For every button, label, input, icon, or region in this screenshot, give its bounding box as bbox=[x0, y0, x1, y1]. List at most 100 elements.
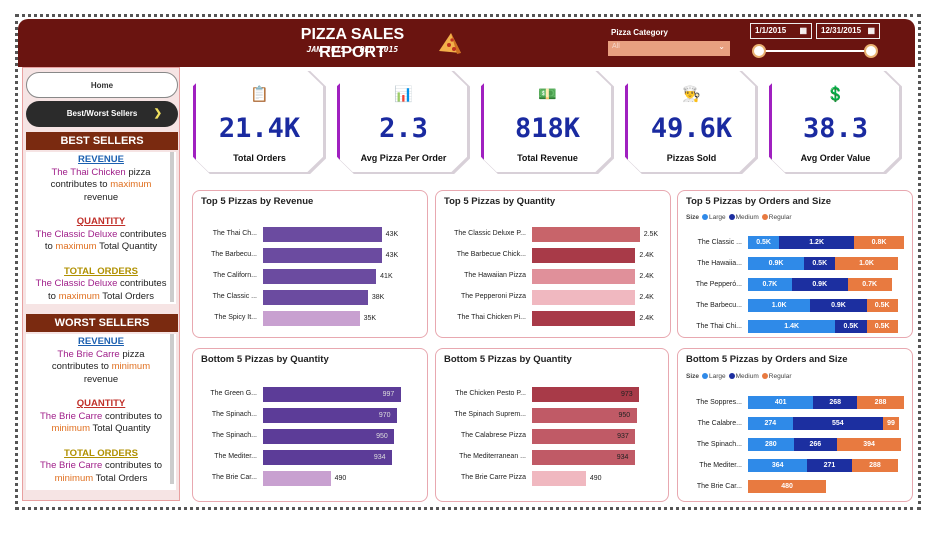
worst-quantity-keyword: minimum bbox=[51, 423, 90, 434]
bar-segment[interactable]: 288 bbox=[857, 396, 904, 409]
bar[interactable] bbox=[263, 227, 382, 242]
chart-title: Top 5 Pizzas by Orders and Size bbox=[686, 196, 832, 207]
best-orders-text: to bbox=[48, 290, 56, 302]
bar-segment[interactable]: 554 bbox=[792, 417, 883, 430]
chart-card: Top 5 Pizzas by Revenue The Thai Ch... 43K… bbox=[192, 190, 428, 338]
best-worst-sellers-button[interactable]: Best/Worst Sellers ❯ bbox=[26, 101, 178, 127]
worst-orders-keyword: minimum bbox=[54, 472, 94, 484]
best-quantity-text: Total Quantity bbox=[99, 241, 158, 252]
bar-segment[interactable]: 0.5K bbox=[804, 257, 836, 270]
bar[interactable] bbox=[263, 471, 331, 486]
bar-segment[interactable]: 401 bbox=[748, 396, 814, 409]
bar-segment[interactable]: 288 bbox=[851, 459, 899, 472]
worst-sellers-heading: WORST SELLERS bbox=[26, 314, 178, 332]
row-label: The Hawaiian Pizza bbox=[464, 272, 526, 279]
worst-sellers-scrollbar[interactable] bbox=[170, 334, 174, 484]
bar[interactable] bbox=[263, 408, 397, 423]
date-end-input[interactable]: 12/31/2015 ▦ bbox=[816, 23, 880, 39]
worst-revenue-block: REVENUE The Brie Carre pizza contributes… bbox=[26, 336, 176, 386]
row-label: The Calabre... bbox=[697, 420, 742, 427]
data-label: 934 bbox=[616, 454, 629, 461]
row-label: The Californ... bbox=[213, 272, 257, 279]
bar[interactable] bbox=[263, 429, 395, 444]
category-filter-select[interactable]: All ⌄ bbox=[608, 41, 730, 56]
category-filter-value: All bbox=[612, 43, 620, 50]
row-label: The Thai Ch... bbox=[212, 230, 257, 237]
home-button[interactable]: Home bbox=[26, 72, 178, 98]
data-label: 950 bbox=[618, 412, 631, 419]
data-label: 490 bbox=[589, 475, 602, 482]
bar-segment[interactable]: 0.9K bbox=[748, 257, 805, 270]
date-start-value: 1/1/2015 bbox=[755, 26, 787, 35]
bar[interactable] bbox=[263, 387, 401, 402]
legend-title: Size bbox=[686, 373, 700, 380]
best-revenue-text: pizza bbox=[128, 166, 151, 178]
bar-segment[interactable]: 1.0K bbox=[748, 299, 811, 312]
row-label: The Brie Car... bbox=[696, 483, 742, 490]
bar[interactable] bbox=[532, 290, 636, 305]
bar[interactable] bbox=[263, 290, 368, 305]
pizza-icon bbox=[437, 31, 463, 61]
bar-segment[interactable]: 0.9K bbox=[810, 299, 867, 312]
bar-segment[interactable]: 0.7K bbox=[847, 278, 892, 291]
bar-segment[interactable]: 1.0K bbox=[835, 257, 898, 270]
calendar-icon: ▦ bbox=[799, 26, 807, 35]
bar-segment[interactable]: 0.5K bbox=[866, 320, 898, 333]
chevron-right-icon: ❯ bbox=[153, 108, 162, 119]
row-label: The Green G... bbox=[210, 390, 257, 397]
data-label: 2.4K bbox=[639, 315, 654, 322]
row-label: The Spicy It... bbox=[214, 314, 257, 321]
data-label: 35K bbox=[363, 315, 377, 322]
bar-segment[interactable]: 394 bbox=[837, 438, 902, 451]
bar-segment[interactable]: 266 bbox=[793, 438, 837, 451]
page-subtitle: JAN 2015 - DEC 2015 bbox=[306, 45, 399, 54]
date-slider-track[interactable] bbox=[760, 50, 872, 52]
row-label: The Mediter... bbox=[214, 453, 257, 460]
bar-segment[interactable]: 0.9K bbox=[791, 278, 848, 291]
bar-segment[interactable]: 0.8K bbox=[854, 236, 904, 249]
bar[interactable] bbox=[263, 450, 392, 465]
bar[interactable] bbox=[532, 471, 586, 486]
date-slider-start-handle[interactable] bbox=[752, 44, 766, 58]
bar-segment[interactable]: 274 bbox=[748, 417, 793, 430]
best-quantity-block: QUANTITY The Classic Deluxe contributes … bbox=[26, 216, 176, 254]
bar-segment[interactable]: 1.2K bbox=[779, 236, 855, 249]
data-label: 934 bbox=[373, 454, 386, 461]
bar-segment[interactable]: 0.5K bbox=[866, 299, 898, 312]
kpi-label: Pizzas Sold bbox=[666, 153, 717, 163]
worst-revenue-keyword: minimum bbox=[111, 361, 151, 372]
bar-segment[interactable]: 1.4K bbox=[748, 320, 836, 333]
date-slider-end-handle[interactable] bbox=[864, 44, 878, 58]
bar-segment[interactable]: 0.5K bbox=[835, 320, 867, 333]
bar-segment[interactable]: 364 bbox=[748, 459, 808, 472]
bar[interactable] bbox=[263, 269, 377, 284]
bar-segment[interactable]: 99 bbox=[882, 417, 900, 430]
bar-segment[interactable]: 280 bbox=[748, 438, 794, 451]
bar[interactable] bbox=[532, 311, 636, 326]
data-label: 490 bbox=[334, 475, 347, 482]
data-label: 937 bbox=[617, 433, 629, 440]
bar[interactable] bbox=[532, 269, 636, 284]
bar-segment[interactable]: 268 bbox=[813, 396, 858, 409]
legend-label: Medium bbox=[735, 373, 759, 380]
bar-segment[interactable]: 480 bbox=[748, 480, 827, 493]
bar[interactable] bbox=[532, 248, 636, 263]
best-worst-sellers-label: Best/Worst Sellers bbox=[66, 109, 138, 118]
bar[interactable] bbox=[263, 311, 360, 326]
bar[interactable] bbox=[532, 227, 640, 242]
legend-dot bbox=[761, 373, 768, 379]
data-label: 997 bbox=[382, 391, 395, 398]
date-start-input[interactable]: 1/1/2015 ▦ bbox=[750, 23, 812, 39]
row-label: The Barbecue Chick... bbox=[456, 251, 526, 258]
bar[interactable] bbox=[263, 248, 382, 263]
bar-segment[interactable]: 0.7K bbox=[748, 278, 792, 291]
best-sellers-scrollbar[interactable] bbox=[170, 152, 174, 302]
row-label: The Calabrese Pizza bbox=[461, 432, 526, 439]
row-label: The Spinach... bbox=[696, 441, 742, 448]
best-orders-pizza: The Classic Deluxe bbox=[35, 278, 118, 289]
chart-title: Bottom 5 Pizzas by Orders and Size bbox=[686, 354, 848, 365]
best-quantity-heading: QUANTITY bbox=[76, 216, 126, 227]
chart-title: Top 5 Pizzas by Revenue bbox=[201, 196, 314, 207]
bar-segment[interactable]: 0.5K bbox=[748, 236, 780, 249]
bar-segment[interactable]: 271 bbox=[807, 459, 852, 472]
